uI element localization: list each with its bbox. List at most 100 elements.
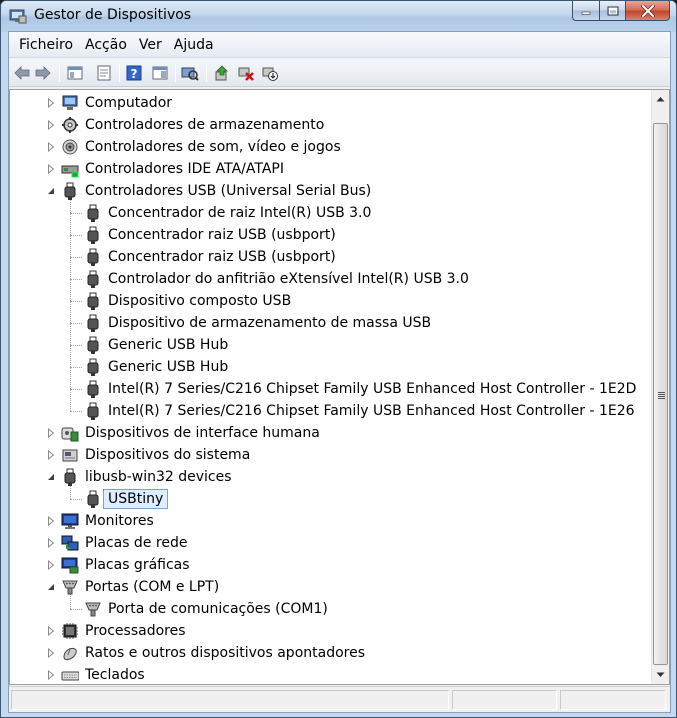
caption-buttons	[572, 1, 670, 21]
usb-plug-icon	[84, 336, 102, 354]
expanded-triangle-icon[interactable]	[46, 185, 56, 197]
device-tree[interactable]: Computador Controladores de armazenamento…	[10, 90, 651, 684]
tree-device-row[interactable]: Concentrador raiz USB (usbport)	[10, 224, 651, 246]
usb-plug-icon	[84, 380, 102, 398]
tree-device-row[interactable]: USBtiny	[10, 488, 651, 510]
tree-category-row[interactable]: Controladores de armazenamento	[10, 114, 651, 136]
tree-item-label: Porta de comunicações (COM1)	[108, 601, 328, 617]
tree-device-row[interactable]: Concentrador raiz USB (usbport)	[10, 246, 651, 268]
menu-ver[interactable]: Ver	[133, 33, 168, 57]
tree-item-label: Processadores	[85, 623, 186, 639]
device-tree-pane: Computador Controladores de armazenamento…	[9, 89, 670, 685]
tree-device-row[interactable]: Concentrador de raiz Intel(R) USB 3.0	[10, 202, 651, 224]
tree-item-label: Concentrador raiz USB (usbport)	[108, 249, 336, 265]
tree-device-row[interactable]: Porta de comunicações (COM1)	[10, 598, 651, 620]
expanded-triangle-icon[interactable]	[46, 471, 56, 483]
tree-category-row[interactable]: Monitores	[10, 510, 651, 532]
tree-device-row[interactable]: Controlador do anfitrião eXtensível Inte…	[10, 268, 651, 290]
back-button[interactable]	[13, 64, 31, 82]
tree-item-label: Portas (COM e LPT)	[85, 579, 220, 595]
port-connector-icon	[61, 578, 79, 596]
tree-item-label: Placas de rede	[85, 535, 188, 551]
tree-device-row[interactable]: Generic USB Hub	[10, 334, 651, 356]
tree-category-row[interactable]: Portas (COM e LPT)	[10, 576, 651, 598]
tree-item-label: Teclados	[85, 667, 145, 683]
scroll-grip-line	[658, 398, 665, 399]
collapsed-triangle-icon[interactable]	[46, 427, 56, 439]
tree-device-row[interactable]: Dispositivo composto USB	[10, 290, 651, 312]
tree-category-row[interactable]: Controladores de som, vídeo e jogos	[10, 136, 651, 158]
tree-category-row[interactable]: Teclados	[10, 664, 651, 684]
properties-button[interactable]	[95, 64, 113, 82]
collapsed-triangle-icon[interactable]	[46, 647, 56, 659]
collapsed-triangle-icon[interactable]	[46, 119, 56, 131]
scroll-grip-line	[658, 394, 665, 395]
menu-ficheiro[interactable]: Ficheiro	[13, 33, 79, 57]
scroll-down-button[interactable]	[652, 666, 669, 683]
tree-device-row[interactable]: Intel(R) 7 Series/C216 Chipset Family US…	[10, 378, 651, 400]
menu-ajuda[interactable]: Ajuda	[168, 33, 220, 57]
forward-button[interactable]	[34, 64, 52, 82]
show-action-pane-button[interactable]	[151, 64, 169, 82]
tree-category-row[interactable]: Placas de rede	[10, 532, 651, 554]
usb-plug-icon	[84, 402, 102, 420]
maximize-button[interactable]	[599, 1, 625, 21]
tree-item-label: Computador	[85, 95, 173, 111]
tree-item-label: Dispositivo de armazenamento de massa US…	[108, 315, 432, 331]
collapsed-triangle-icon[interactable]	[46, 537, 56, 549]
usb-plug-icon	[84, 270, 102, 288]
network-adapter-icon	[61, 534, 79, 552]
svg-text:?: ?	[131, 67, 138, 81]
tree-device-row[interactable]: Generic USB Hub	[10, 356, 651, 378]
show-hide-console-tree-button[interactable]	[66, 64, 84, 82]
tree-category-row[interactable]: Controladores IDE ATA/ATAPI	[10, 158, 651, 180]
collapsed-triangle-icon[interactable]	[46, 163, 56, 175]
tree-category-row[interactable]: libusb-win32 devices	[10, 466, 651, 488]
collapsed-triangle-icon[interactable]	[46, 449, 56, 461]
tree-item-label: libusb-win32 devices	[85, 469, 232, 485]
tree-category-row[interactable]: Processadores	[10, 620, 651, 642]
speaker-icon	[61, 138, 79, 156]
tree-category-row[interactable]: Dispositivos do sistema	[10, 444, 651, 466]
vertical-scrollbar[interactable]	[651, 90, 669, 684]
toolbar-separator	[175, 64, 176, 82]
usb-plug-icon	[84, 358, 102, 376]
usb-plug-icon	[84, 248, 102, 266]
collapsed-triangle-icon[interactable]	[46, 141, 56, 153]
scan-hardware-changes-icon	[181, 67, 199, 81]
collapsed-triangle-icon[interactable]	[46, 515, 56, 527]
tree-item-label: Controladores USB (Universal Serial Bus)	[85, 183, 372, 199]
menu-accao[interactable]: Acção	[79, 33, 133, 57]
tree-item-label: Dispositivos do sistema	[85, 447, 251, 463]
status-pane-main	[11, 690, 449, 710]
tree-category-row[interactable]: Ratos e outros dispositivos apontadores	[10, 642, 651, 664]
tree-category-row[interactable]: Dispositivos de interface humana	[10, 422, 651, 444]
tree-item-label: Intel(R) 7 Series/C216 Chipset Family US…	[108, 381, 637, 397]
status-bar	[9, 686, 670, 712]
tree-item-label: Controladores IDE ATA/ATAPI	[85, 161, 285, 177]
update-driver-button[interactable]	[213, 64, 231, 82]
scroll-thumb[interactable]	[653, 123, 668, 665]
collapsed-triangle-icon[interactable]	[46, 625, 56, 637]
title-bar[interactable]: Gestor de Dispositivos	[1, 1, 676, 31]
usb-plug-icon	[84, 204, 102, 222]
tree-category-row[interactable]: Controladores USB (Universal Serial Bus)	[10, 180, 651, 202]
tree-device-row[interactable]: Dispositivo de armazenamento de massa US…	[10, 312, 651, 334]
tree-category-row[interactable]: Computador	[10, 92, 651, 114]
ide-controller-icon	[61, 160, 79, 178]
collapsed-triangle-icon[interactable]	[46, 669, 56, 681]
tree-category-row[interactable]: Placas gráficas	[10, 554, 651, 576]
disable-device-button[interactable]	[261, 64, 279, 82]
back-icon	[14, 66, 30, 80]
minimize-button[interactable]	[572, 1, 599, 21]
scroll-up-button[interactable]	[652, 90, 669, 107]
scan-hardware-changes-button[interactable]	[181, 64, 199, 82]
help-button[interactable]: ?	[125, 64, 143, 82]
tree-device-row[interactable]: Intel(R) 7 Series/C216 Chipset Family US…	[10, 400, 651, 422]
collapsed-triangle-icon[interactable]	[46, 97, 56, 109]
uninstall-button[interactable]	[237, 64, 255, 82]
expanded-triangle-icon[interactable]	[46, 581, 56, 593]
collapsed-triangle-icon[interactable]	[46, 559, 56, 571]
toolbar-separator	[59, 64, 60, 82]
close-button[interactable]	[625, 1, 670, 21]
